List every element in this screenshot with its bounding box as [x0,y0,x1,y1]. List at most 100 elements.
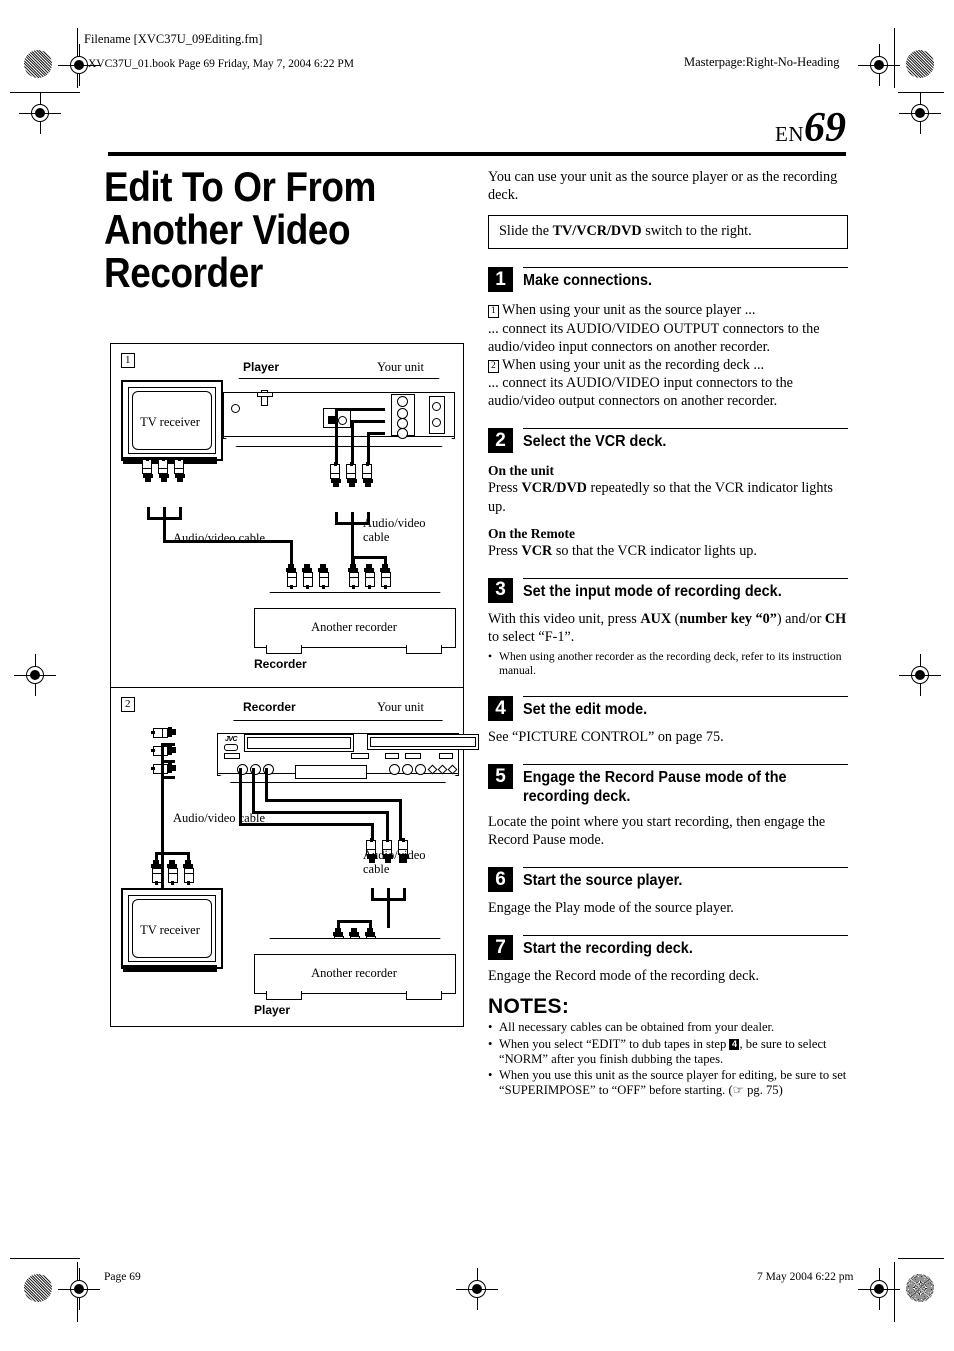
callout-pre: Slide the [499,223,553,240]
connection-diagram-2: 2 Recorder Your unit JVC Audio/video cab… [110,687,479,1027]
another-recorder-label-1: Another recorder [311,619,397,634]
note-item: All necessary cables can be obtained fro… [488,1020,848,1035]
registration-mark [899,92,941,134]
diagram2-label-recorder: Recorder [243,700,296,714]
step-3-a: With this video unit, press [488,610,641,627]
diagram-index: 2 [121,697,135,712]
step-2-sub-1: On the unit [488,463,555,479]
step-2-remote-button-name: VCR [521,542,553,559]
step-3-heading: Set the input mode of recording deck. [523,582,782,600]
step-7-header: 7 Start the recording deck. [488,935,848,961]
page-title: Edit To Or From Another Video Recorder [104,163,376,296]
tv-receiver-1: TV receiver [121,380,223,472]
trim-rule [10,92,80,93]
step-2-body-2: Press VCR so that the VCR indicator ligh… [488,542,848,560]
diagram2-role-label: Player [254,1003,291,1017]
step-1-line-2: ... connect its AUDIO/VIDEO OUTPUT conne… [488,320,820,355]
step-3-numberkey: number key “0” [679,610,777,627]
halftone-dot [906,1274,934,1302]
registration-mark [858,44,900,86]
step-2-number: 2 [488,428,513,454]
step-6-header: 6 Start the source player. [488,867,848,893]
trim-rule [898,92,944,93]
step-3-e: ) and/or [776,610,825,627]
step-5-number: 5 [488,764,513,790]
trim-rule [10,1258,80,1259]
tv-receiver-2: TV receiver [121,888,223,980]
step-1-body: 1 When using your unit as the source pla… [488,301,848,410]
notes-title: NOTES: [488,995,570,1019]
trim-rule [898,1258,944,1259]
diagram2-label-your-unit: Your unit [377,700,425,714]
step-2-body-1: Press VCR/DVD repeatedly so that the VCR… [488,479,848,515]
page-canvas: Filename [XVC37U_09Editing.fm] XVC37U_01… [0,0,954,1351]
note-2-step-ref: 4 [729,1038,740,1050]
diagram2-cable-label-right: Audio/video cable [363,848,426,877]
step-2-button-name: VCR/DVD [521,480,587,497]
halftone-dot [24,50,52,78]
step-5-heading: Engage the Record Pause mode of the reco… [523,769,787,805]
another-recorder-2: Another recorder [254,938,456,1000]
another-recorder-1: Another recorder [254,592,456,654]
page-number-value: 69 [804,105,846,151]
inline-index-1: 1 [488,305,499,319]
step-6-body: Engage the Play mode of the source playe… [488,900,734,917]
step-6-heading: Start the source player. [523,872,683,890]
step-1-line-3: When using your unit as the recording de… [502,356,765,373]
diagram1-label-your-unit: Your unit [377,360,425,374]
step-1-line-1: When using your unit as the source playe… [502,302,756,319]
registration-mark [456,1268,498,1310]
step-4-number: 4 [488,696,513,722]
registration-mark [19,92,61,134]
diagram1-role-label: Recorder [254,657,307,671]
step-2-sub-2: On the Remote [488,525,575,541]
step-7-heading: Start the recording deck. [523,940,693,958]
crop-rule [894,1262,895,1322]
step-2-body2-post: so that the VCR indicator lights up. [552,542,757,559]
step-1-number: 1 [488,267,513,293]
your-unit-rear-1 [223,378,455,448]
step-2-body1-pre: Press [488,480,522,497]
inline-index-2: 2 [488,359,499,373]
masterpage-label: Masterpage:Right-No-Heading [684,55,840,69]
footer-date: 7 May 2004 6:22 pm [757,1271,854,1283]
connection-diagram-1: 1 Player Your unit TV receiver Audio/vid… [110,343,464,688]
note-item: When you use this unit as the source pla… [488,1068,848,1098]
step-2-header: 2 Select the VCR deck. [488,428,848,454]
step-3-aux-button: AUX [640,610,672,627]
step-1-line-4: ... connect its AUDIO/VIDEO input connec… [488,375,793,410]
instructions-column: You can use your unit as the source play… [488,168,848,1098]
registration-mark [899,654,941,696]
halftone-dot [906,50,934,78]
step-3-number: 3 [488,577,513,603]
step-7-body: Engage the Record mode of the recording … [488,968,760,985]
step-3-g: to select “F-1”. [488,629,575,646]
callout-post: switch to the right. [641,223,752,240]
step-1-heading: Make connections. [523,272,652,290]
registration-mark [14,654,56,696]
registration-mark [858,1268,900,1310]
step-2-heading: Select the VCR deck. [523,433,667,451]
step-1-header: 1 Make connections. [488,267,848,293]
book-line: XVC37U_01.book Page 69 Friday, May 7, 20… [88,58,354,70]
header-rule [108,152,846,156]
tv-receiver-label-2: TV receiver [140,922,200,937]
step-3-ch-button: CH [824,610,847,627]
diagram1-cable-label-left: Audio/video cable [173,531,265,545]
diagram-index: 1 [121,353,135,368]
page-number: EN69 [775,107,846,149]
step-4-body: See “PICTURE CONTROL” on page 75. [488,729,724,746]
step-3-header: 3 Set the input mode of recording deck. [488,577,848,603]
footer-page: Page 69 [104,1271,141,1283]
step-3-note: When using another recorder as the recor… [488,650,848,678]
wire [351,420,385,423]
step-7-number: 7 [488,935,513,961]
step-5-header: 5 Engage the Record Pause mode of the re… [488,764,848,806]
lang-code: EN [775,122,804,146]
step-4-header: 4 Set the edit mode. [488,696,848,722]
callout-switch-name: TV/VCR/DVD [552,223,642,240]
diagram1-cable-label-right: Audio/video cable [363,516,426,545]
halftone-dot [24,1274,52,1302]
step-5-body: Locate the point where you start recordi… [488,813,826,848]
tv-receiver-label-1: TV receiver [140,414,200,429]
